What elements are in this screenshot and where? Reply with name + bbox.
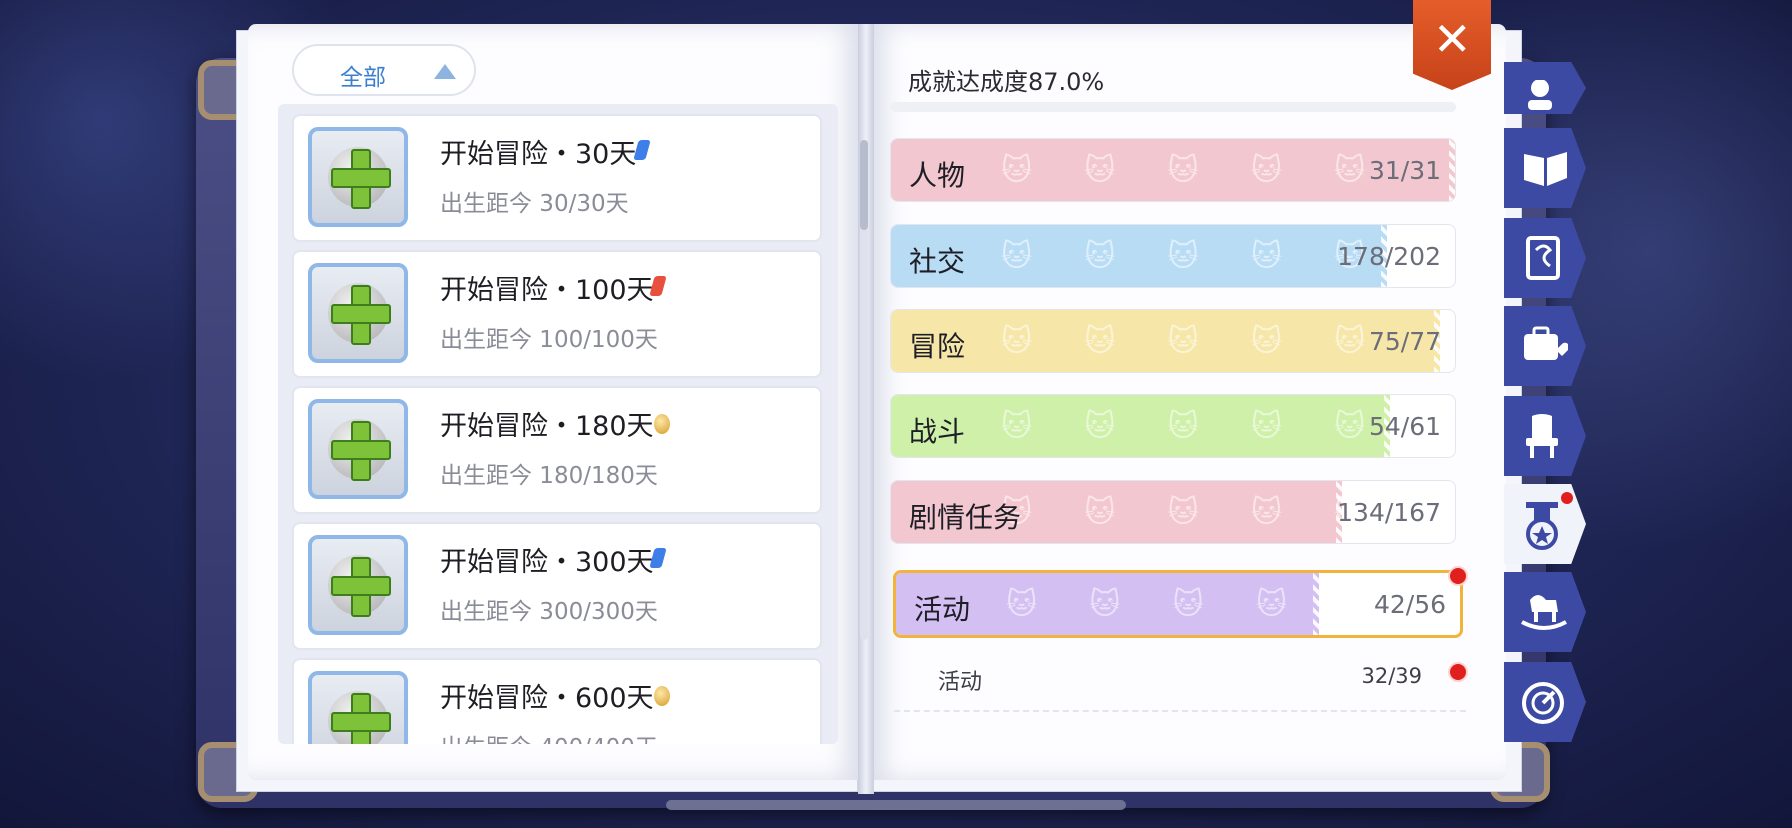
plus-icon — [331, 440, 391, 460]
cat-face-pattern-icon: 🐱🐱🐱🐱🐱 — [1001, 324, 1418, 359]
achievement-title: 开始冒险・300天 — [440, 547, 654, 578]
achievement-progress: 出生距今 300/300天 — [440, 599, 658, 625]
category-name: 活动 — [914, 593, 971, 626]
achievement-badge-icon — [308, 399, 408, 499]
category-count: 178/202 — [1337, 242, 1441, 271]
tab-throne[interactable] — [1504, 396, 1586, 476]
achievement-item[interactable]: 开始冒险・30天 出生距今 30/30天 — [292, 114, 822, 242]
plus-icon — [331, 712, 391, 732]
notification-dot-icon — [1448, 662, 1468, 682]
tab-character[interactable] — [1504, 62, 1586, 114]
close-button[interactable]: ✕ — [1413, 0, 1491, 90]
category-count: 134/167 — [1337, 498, 1441, 527]
category-row[interactable]: 🐱🐱🐱🐱🐱 社交 178/202 — [890, 224, 1456, 288]
medal-icon — [1526, 502, 1558, 550]
tab-gauge[interactable] — [1504, 662, 1586, 742]
category-name: 人物 — [909, 159, 966, 192]
achievement-progress: 出生距今 180/180天 — [440, 463, 658, 489]
throne-icon — [1526, 414, 1558, 458]
plus-icon — [331, 168, 391, 188]
tab-card[interactable] — [1504, 218, 1586, 298]
filter-dropdown[interactable]: 全部 — [292, 44, 476, 96]
plus-icon — [331, 304, 391, 324]
category-count: 75/77 — [1368, 327, 1441, 356]
tab-briefcase[interactable] — [1504, 306, 1586, 386]
close-icon: ✕ — [1433, 12, 1472, 66]
achievement-item[interactable]: 开始冒险・600天 出生距今 400/400天 — [292, 658, 822, 744]
gold-coin-icon — [654, 686, 670, 706]
achievement-badge-icon — [308, 263, 408, 363]
achievement-progress: 出生距今 400/400天 — [440, 728, 658, 744]
divider — [890, 102, 1456, 112]
speed-gauge-icon — [1522, 682, 1564, 724]
completion-rate: 成就达成度87.0% — [908, 68, 1105, 96]
category-row-selected[interactable]: 🐱🐱🐱🐱🐱 活动 42/56 — [893, 570, 1463, 638]
category-count: 54/61 — [1368, 412, 1441, 441]
achievement-progress: 出生距今 100/100天 — [440, 327, 658, 353]
rocking-horse-icon — [1521, 595, 1567, 630]
tab-book[interactable] — [1504, 128, 1586, 208]
achievement-badge-icon — [308, 671, 408, 744]
achievement-title: 开始冒险・180天 — [440, 411, 654, 442]
subcategory-name[interactable]: 活动 — [938, 664, 982, 696]
category-row[interactable]: 🐱🐱🐱🐱🐱 剧情任务 134/167 — [890, 480, 1456, 544]
divider — [894, 710, 1466, 712]
notification-dot-icon — [1448, 566, 1468, 586]
category-row[interactable]: 🐱🐱🐱🐱🐱 战斗 54/61 — [890, 394, 1456, 458]
achievement-title: 开始冒险・30天 — [440, 139, 637, 170]
achievement-badge-icon — [308, 127, 408, 227]
achievement-list[interactable]: 开始冒险・30天 出生距今 30/30天 开始冒险・100天 出生距今 100/… — [278, 104, 838, 744]
book-bottom-bar — [666, 800, 1126, 810]
category-name: 社交 — [909, 245, 966, 278]
achievement-title: 开始冒险・100天 — [440, 275, 654, 306]
category-name: 冒险 — [909, 330, 966, 363]
cat-face-pattern-icon: 🐱🐱🐱🐱🐱 — [1006, 587, 1423, 622]
tab-rocking-horse[interactable] — [1504, 572, 1586, 652]
briefcase-heart-icon — [1524, 326, 1568, 360]
plus-icon — [331, 576, 391, 596]
achievement-item[interactable]: 开始冒险・300天 出生距今 300/300天 — [292, 522, 822, 650]
achievement-progress: 出生距今 30/30天 — [440, 191, 629, 217]
cat-face-pattern-icon: 🐱🐱🐱🐱🐱 — [1001, 409, 1418, 444]
category-name: 战斗 — [909, 415, 966, 448]
category-row[interactable]: 🐱🐱🐱🐱🐱 冒险 75/77 — [890, 309, 1456, 373]
achievement-item[interactable]: 开始冒险・180天 出生距今 180/180天 — [292, 386, 822, 514]
list-scrollbar-thumb[interactable] — [860, 140, 868, 230]
filter-label: 全部 — [340, 65, 386, 91]
open-book-icon — [1524, 152, 1567, 186]
card-icon — [1526, 236, 1560, 280]
cat-face-pattern-icon: 🐱🐱🐱🐱🐱 — [1001, 153, 1418, 188]
achievement-item[interactable]: 开始冒险・100天 出生距今 100/100天 — [292, 250, 822, 378]
notification-dot-icon — [1561, 492, 1573, 504]
category-count: 42/56 — [1373, 590, 1446, 619]
gold-coin-icon — [654, 414, 670, 434]
category-name: 剧情任务 — [909, 501, 1022, 534]
subcategory-count: 32/39 — [1361, 664, 1422, 688]
achievement-badge-icon — [308, 535, 408, 635]
achievement-title: 开始冒险・600天 — [440, 683, 654, 714]
category-count: 31/31 — [1368, 156, 1441, 185]
tab-medal[interactable] — [1504, 484, 1586, 564]
category-row[interactable]: 🐱🐱🐱🐱🐱 人物 31/31 — [890, 138, 1456, 202]
triangle-up-icon — [434, 64, 456, 79]
